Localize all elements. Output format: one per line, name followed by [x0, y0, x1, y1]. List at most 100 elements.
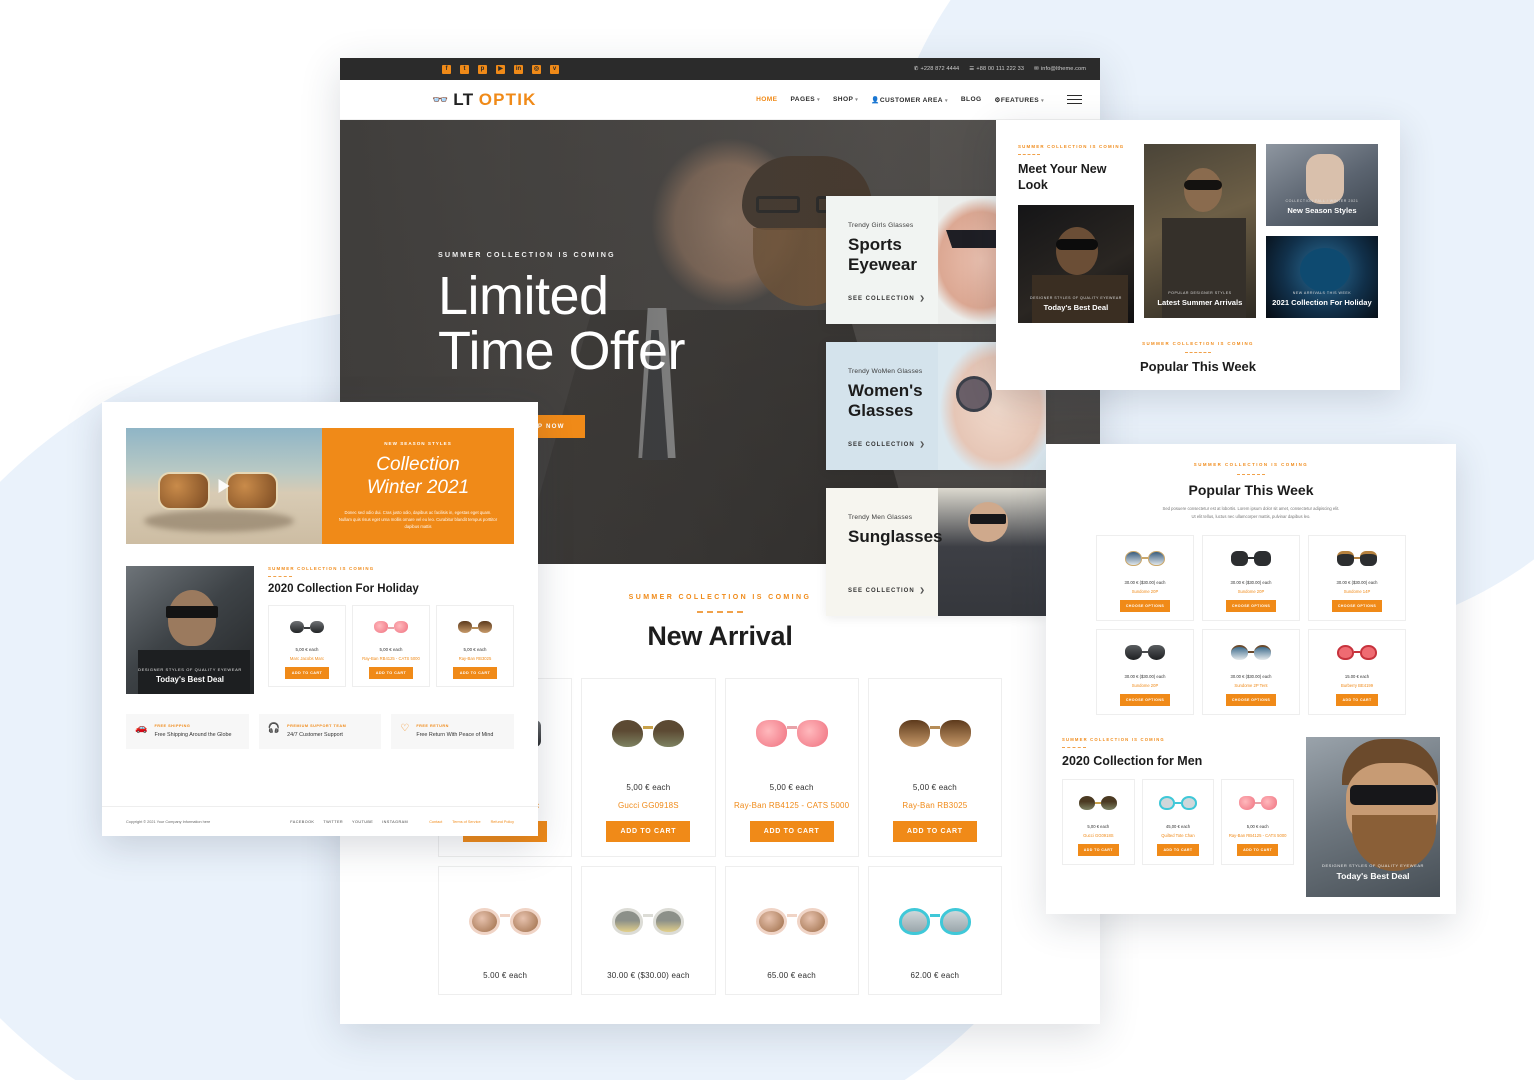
add-to-cart-button[interactable]: ADD TO CART [606, 821, 691, 842]
pinterest-icon[interactable]: p [478, 64, 487, 74]
product-name[interactable]: Quilted Tote Chan [1147, 833, 1210, 838]
product-card[interactable]: 5,00 € each Ray-Ban RB4125 - CATS 5000 A… [1221, 778, 1294, 865]
footer-link-youtube[interactable]: YOUTUBE [352, 820, 373, 824]
product-card[interactable]: 30.00 € ($30.00) each [581, 866, 716, 995]
product-image [272, 614, 342, 642]
product-name[interactable]: Ray-Ban RB4125 - CATS 5000 [732, 801, 852, 810]
product-card[interactable]: 30.00 € ($30.00) each Sundome 2P Tent CH… [1202, 628, 1300, 715]
footer-link-terms[interactable]: Terms of Service [452, 820, 480, 824]
youtube-icon[interactable]: ▶ [496, 64, 505, 74]
nav-item-customer-area-label: CUSTOMER AREA [879, 96, 943, 104]
product-name[interactable]: Ray-Ban RB4125 - CATS 5000 [1226, 833, 1289, 838]
footer-link-refund[interactable]: Refund Policy [491, 820, 514, 824]
promo-tile-latest-summer-arrivals[interactable]: POPULAR DESIGNER STYLES Latest Summer Ar… [1143, 144, 1256, 318]
add-to-cart-button[interactable]: ADD TO CART [284, 667, 330, 679]
add-to-cart-button[interactable]: ADD TO CART [749, 821, 834, 842]
product-name[interactable]: Gucci GG0918S [588, 801, 708, 810]
product-card[interactable]: 5,00 € each Ray-Ban RB3025 ADD TO CART [436, 605, 514, 687]
product-name[interactable]: Ray-Ban RB3025 [440, 656, 510, 661]
popular-title: Popular This Week [1188, 482, 1314, 498]
site-logo[interactable]: 👓 LT OPTIK [432, 90, 537, 110]
linkedin-icon[interactable]: in [514, 64, 523, 74]
choose-options-button[interactable]: CHOOSE OPTIONS [1331, 599, 1383, 612]
product-card[interactable]: 15.00 € each Burberry BE4199 ADD TO CART [1308, 628, 1406, 715]
vimeo-icon[interactable]: v [550, 64, 559, 74]
footer-link-contact[interactable]: Contact [429, 820, 442, 824]
twitter-icon[interactable]: t [460, 64, 469, 74]
winter-banner[interactable]: NEW SEASON STYLES Collection Winter 2021… [126, 428, 514, 544]
promo-tile-new-season-styles[interactable]: COLLECTION FALL / WINTER 2021 New Season… [1265, 144, 1378, 226]
add-to-cart-button[interactable]: ADD TO CART [1157, 843, 1199, 856]
see-collection-link[interactable]: SEE COLLECTION ❯ [848, 295, 926, 302]
product-name[interactable]: Sundome 20P [1101, 589, 1189, 594]
product-price: 5,00 € each [295, 647, 319, 652]
choose-options-button[interactable]: CHOOSE OPTIONS [1119, 599, 1171, 612]
add-to-cart-button[interactable]: ADD TO CART [1077, 843, 1119, 856]
choose-options-button[interactable]: CHOOSE OPTIONS [1225, 599, 1277, 612]
product-card[interactable]: 5.00 € each [438, 866, 573, 995]
choose-options-button[interactable]: CHOOSE OPTIONS [1119, 693, 1171, 706]
nav-item-pages[interactable]: PAGES ▾ [790, 96, 820, 103]
product-name[interactable]: Burberry BE4199 [1313, 683, 1401, 688]
product-card[interactable]: 5,00 € each Gucci GG0918S ADD TO CART [581, 678, 716, 857]
popular-body-line-2: Ut elit tellus, luctus nec ullamcorper m… [1191, 513, 1311, 519]
product-card[interactable]: 30.00 € ($30.00) each Sundome 20P CHOOSE… [1096, 534, 1194, 621]
category-image [938, 488, 1046, 616]
nav-item-blog[interactable]: BLOG [961, 96, 982, 103]
add-to-cart-button[interactable]: ADD TO CART [368, 667, 414, 679]
nav-item-shop[interactable]: SHOP ▾ [833, 96, 858, 103]
footer-link-twitter[interactable]: TWITTER [323, 820, 343, 824]
email[interactable]: ✉ info@ltheme.com [1034, 66, 1086, 72]
product-name[interactable]: Sundome 14P [1313, 589, 1401, 594]
divider-dashed [697, 611, 743, 613]
nav-item-features[interactable]: ⚙FEATURES ▾ [995, 96, 1044, 104]
product-card[interactable]: 62.00 € each [867, 866, 1002, 995]
promo-tile-todays-best-deal-men[interactable]: DESIGNER STYLES OF QUALITY EYEWEAR Today… [1306, 736, 1440, 897]
contact-info: ✆ +228 872 4444 ☰ +88 00 111 222 33 ✉ info@… [914, 66, 1086, 72]
product-card[interactable]: 30.00 € ($30.00) each Sundome 20P CHOOSE… [1202, 534, 1300, 621]
product-card[interactable]: 65.00 € each [724, 866, 859, 995]
product-card[interactable]: 5,00 € each Gucci GG0918S ADD TO CART [1062, 778, 1135, 865]
hamburger-menu-icon[interactable] [1067, 94, 1082, 105]
nav-item-customer-area[interactable]: 👤CUSTOMER AREA ▾ [871, 96, 948, 104]
product-name[interactable]: Sundome 20P [1101, 683, 1189, 688]
instagram-icon[interactable]: ◎ [532, 64, 541, 74]
product-name[interactable]: Sundome 2P Tent [1207, 683, 1295, 688]
see-collection-link[interactable]: SEE COLLECTION ❯ [848, 587, 926, 594]
product-card[interactable]: 5,00 € each Ray-Ban RB4125 - CATS 5000 A… [352, 605, 430, 687]
promo-tile-title: Today's Best Deal [156, 675, 224, 684]
product-card[interactable]: 5,00 € each Marc Jacobs Marc ADD TO CART [268, 605, 346, 687]
add-to-cart-button[interactable]: ADD TO CART [1336, 693, 1378, 706]
promo-tile-caption: DESIGNER STYLES OF QUALITY EYEWEAR Today… [1018, 296, 1134, 312]
product-card[interactable]: 30.00 € ($30.00) each Sundome 20P CHOOSE… [1096, 628, 1194, 715]
product-name[interactable]: Marc Jacobs Marc [272, 656, 342, 661]
add-to-cart-button[interactable]: ADD TO CART [452, 667, 498, 679]
product-name[interactable]: Gucci GG0918S [1067, 833, 1130, 838]
choose-options-button[interactable]: CHOOSE OPTIONS [1225, 693, 1277, 706]
product-name[interactable]: Ray-Ban RB3025 [875, 801, 995, 810]
category-card-sunglasses[interactable]: Trendy Men Glasses Sunglasses SEE COLLEC… [826, 488, 1046, 616]
see-collection-link[interactable]: SEE COLLECTION ❯ [848, 441, 926, 448]
footer-link-facebook[interactable]: FACEBOOK [290, 820, 314, 824]
product-card[interactable]: 30.00 € ($30.00) each Sundome 14P CHOOSE… [1308, 534, 1406, 621]
nav-item-home[interactable]: HOME [756, 96, 777, 103]
phone-1[interactable]: ✆ +228 872 4444 [914, 66, 960, 72]
add-to-cart-button[interactable]: ADD TO CART [1237, 843, 1279, 856]
product-card[interactable]: 5,00 € each Ray-Ban RB4125 - CATS 5000 A… [724, 678, 859, 857]
promo-tile-todays-best-deal[interactable]: DESIGNER STYLES OF QUALITY EYEWEAR Today… [1018, 204, 1134, 323]
product-card[interactable]: 45,00 € each Quilted Tote Chan ADD TO CA… [1141, 778, 1215, 865]
promo-tile-caption: POPULAR DESIGNER STYLES Latest Summer Ar… [1144, 291, 1256, 307]
play-icon[interactable] [218, 479, 230, 493]
user-icon: 👤 [871, 96, 880, 104]
product-name[interactable]: Ray-Ban RB4125 - CATS 5000 [356, 656, 426, 661]
product-card[interactable]: 5,00 € each Ray-Ban RB3025 ADD TO CART [867, 678, 1002, 857]
promo-tile-todays-best-deal-holiday[interactable]: DESIGNER STYLES OF QUALITY EYEWEAR Today… [126, 566, 254, 694]
phone-2[interactable]: ☰ +88 00 111 222 33 [969, 66, 1024, 72]
promo-tile-2021-collection-for-holiday[interactable]: NEW ARRIVALS THIS WEEK 2021 Collection F… [1265, 236, 1378, 318]
divider-dashed [1185, 351, 1211, 353]
product-name[interactable]: Sundome 20P [1207, 589, 1295, 594]
facebook-icon[interactable]: f [442, 64, 451, 74]
category-title: Women's Glasses [848, 381, 923, 421]
footer-link-instagram[interactable]: INSTAGRAM [382, 820, 408, 824]
add-to-cart-button[interactable]: ADD TO CART [892, 821, 977, 842]
